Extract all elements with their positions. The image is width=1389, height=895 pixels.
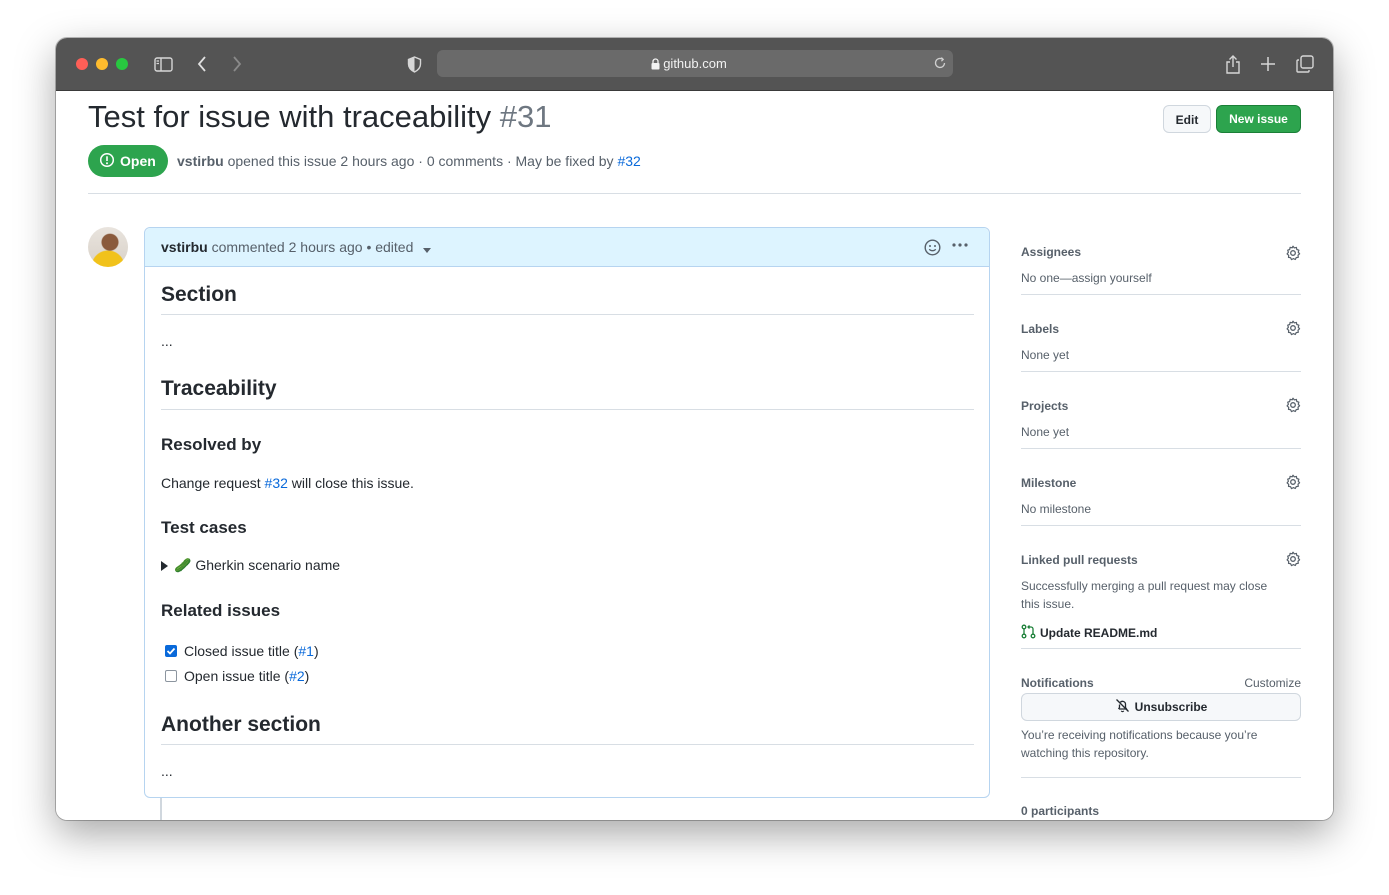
assignees-value[interactable]: No one—assign yourself: [1021, 271, 1152, 285]
address-bar[interactable]: github.com: [437, 50, 953, 77]
url-text: github.com: [663, 56, 727, 71]
gherkin-details[interactable]: 🥒 Gherkin scenario name: [161, 557, 340, 574]
comment-options-icon[interactable]: [951, 236, 969, 259]
task-item: Closed issue title (#1): [165, 643, 319, 659]
browser-toolbar: github.com: [56, 38, 1333, 91]
participants-heading: 0 participants: [1021, 804, 1100, 818]
new-tab-icon[interactable]: [1256, 52, 1280, 76]
task-checkbox-unchecked[interactable]: [165, 670, 177, 682]
resolved-text-before: Change request: [161, 475, 261, 491]
projects-value: None yet: [1021, 425, 1070, 439]
browser-window: github.com Test for issue with traceabil…: [56, 38, 1333, 820]
reload-icon[interactable]: [933, 56, 947, 75]
resolved-pr-link[interactable]: #32: [265, 475, 288, 491]
git-pull-request-icon: [1021, 624, 1036, 642]
zoom-window-button[interactable]: [116, 58, 128, 70]
avatar[interactable]: [88, 227, 128, 267]
forward-icon[interactable]: [225, 52, 249, 76]
task-item: Open issue title (#2): [165, 668, 309, 684]
another-section-heading: Another section: [161, 713, 321, 736]
linked-pr-link[interactable]: Update README.md: [1021, 624, 1157, 642]
issue-title-text: Test for issue with traceability: [88, 99, 492, 134]
linked-prs-note-line2: this issue.: [1021, 597, 1075, 611]
issue-link[interactable]: #1: [298, 643, 314, 659]
milestone-heading[interactable]: Milestone: [1021, 476, 1076, 490]
header-divider: [88, 193, 1301, 194]
issue-link[interactable]: #2: [289, 668, 305, 684]
sidebar-toggle-icon[interactable]: [151, 52, 175, 76]
add-reaction-icon[interactable]: [924, 239, 941, 261]
resolved-by-heading: Resolved by: [161, 435, 262, 454]
task-checkbox-checked[interactable]: [165, 645, 177, 657]
gear-icon[interactable]: [1285, 245, 1301, 266]
gear-icon[interactable]: [1285, 397, 1301, 418]
sidebar-divider: [1021, 777, 1301, 778]
sidebar-divider: [1021, 648, 1301, 649]
bell-slash-icon: [1115, 698, 1130, 716]
disclosure-triangle-icon[interactable]: [161, 560, 168, 571]
unsubscribe-button[interactable]: Unsubscribe: [1021, 693, 1301, 721]
notifications-note-line2: watching this repository.: [1021, 746, 1149, 760]
issue-state-label: Open: [120, 153, 156, 169]
task-label: Closed issue title (#1): [184, 643, 319, 659]
share-icon[interactable]: [1221, 52, 1245, 76]
milestone-value: No milestone: [1021, 502, 1092, 516]
gherkin-summary[interactable]: 🥒 Gherkin scenario name: [174, 557, 340, 574]
sidebar-divider: [1021, 371, 1301, 372]
issue-title: Test for issue with traceability #31: [88, 99, 552, 135]
heading-rule: [161, 314, 974, 315]
heading-rule: [161, 744, 974, 745]
issue-meta: vstirbu opened this issue 2 hours ago · …: [177, 153, 641, 169]
comment-header-text: vstirbu commented 2 hours ago • edited: [161, 239, 432, 256]
section-heading: Section: [161, 283, 237, 306]
resolved-by-text: Change request #32 will close this issue…: [161, 475, 414, 491]
issue-comment: vstirbu commented 2 hours ago • edited S…: [144, 227, 990, 798]
comment-header: vstirbu commented 2 hours ago • edited: [145, 228, 989, 267]
linked-prs-heading[interactable]: Linked pull requests: [1021, 553, 1138, 567]
back-icon[interactable]: [190, 52, 214, 76]
traceability-heading: Traceability: [161, 377, 277, 400]
comment-author-link[interactable]: vstirbu: [161, 239, 208, 255]
tab-overview-icon[interactable]: [1293, 52, 1317, 76]
timeline-line: [160, 797, 162, 820]
issue-author-link[interactable]: vstirbu: [177, 153, 224, 169]
linked-prs-note-line1: Successfully merging a pull request may …: [1021, 579, 1268, 593]
linked-pr-title[interactable]: Update README.md: [1040, 626, 1157, 640]
task-label: Open issue title (#2): [184, 668, 310, 684]
resolved-text-after: will close this issue.: [291, 475, 414, 491]
gear-icon[interactable]: [1285, 474, 1301, 495]
gear-icon[interactable]: [1285, 551, 1301, 572]
unsubscribe-label[interactable]: Unsubscribe: [1135, 700, 1208, 714]
new-issue-button[interactable]: New issue: [1216, 105, 1301, 133]
comment-edited-dropdown[interactable]: commented 2 hours ago • edited: [212, 239, 414, 255]
labels-heading[interactable]: Labels: [1021, 322, 1059, 336]
sidebar-divider: [1021, 525, 1301, 526]
caret-down-icon[interactable]: [423, 240, 432, 256]
test-cases-heading: Test cases: [161, 518, 247, 537]
sidebar-divider: [1021, 294, 1301, 295]
issue-state-badge: Open: [88, 145, 168, 177]
gear-icon[interactable]: [1285, 320, 1301, 341]
fixed-by-link[interactable]: #32: [617, 153, 640, 169]
notifications-heading: Notifications: [1021, 676, 1094, 690]
section-body: ...: [161, 333, 173, 349]
customize-notifications-link[interactable]: Customize: [1244, 676, 1301, 690]
close-window-button[interactable]: [76, 58, 88, 70]
heading-rule: [161, 409, 974, 410]
notifications-note-line1: You’re receiving notifications because y…: [1021, 728, 1258, 742]
issue-opened-icon: [99, 152, 115, 171]
related-issues-heading: Related issues: [161, 601, 281, 620]
sidebar-divider: [1021, 448, 1301, 449]
edit-title-button[interactable]: Edit: [1163, 105, 1211, 133]
github-issue-page: Test for issue with traceability #31 Edi…: [56, 91, 1333, 820]
minimize-window-button[interactable]: [96, 58, 108, 70]
issue-meta-text: opened this issue 2 hours ago · 0 commen…: [227, 153, 614, 169]
projects-heading[interactable]: Projects: [1021, 399, 1068, 413]
issue-number: #31: [499, 99, 552, 134]
another-section-body: ...: [161, 763, 173, 779]
privacy-shield-icon[interactable]: [402, 52, 426, 76]
labels-value: None yet: [1021, 348, 1070, 362]
assignees-heading[interactable]: Assignees: [1021, 245, 1081, 259]
